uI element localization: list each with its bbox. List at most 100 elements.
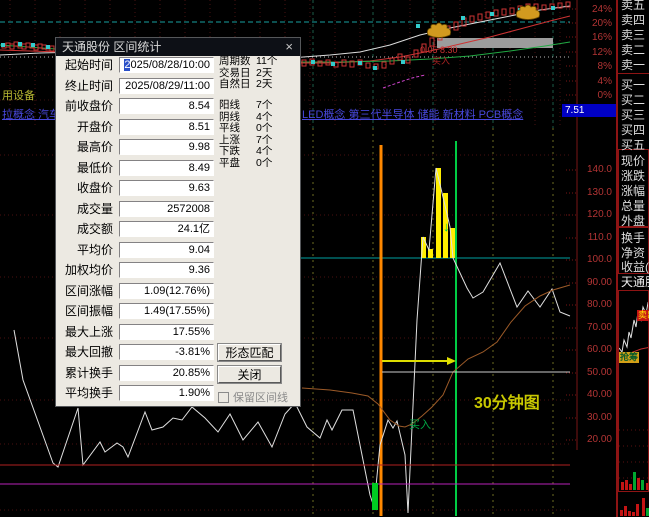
field-label: 终止时间 <box>64 78 113 93</box>
field-label: 前收盘价 <box>64 99 113 113</box>
stat-line: 自然日 2天 <box>219 78 277 91</box>
field-input[interactable]: 2025/08/28/10:00 <box>119 57 214 73</box>
stat-value: 7个 <box>256 99 273 111</box>
field-input[interactable]: 2572008 <box>119 200 214 217</box>
field-label: 收盘价 <box>76 181 113 195</box>
candles-top <box>509 7 515 15</box>
price-tick-label: 50.00 <box>586 367 612 378</box>
field-input[interactable]: 8.54 <box>119 98 214 114</box>
field-label: 加权均价 <box>64 263 113 277</box>
dialog-titlebar[interactable]: 天通股份 区间统计 × <box>56 38 300 56</box>
field-input[interactable]: 1.49(17.55%) <box>119 303 214 319</box>
bottom-vol-red <box>632 512 635 516</box>
price-tick-label: 60.00 <box>586 344 612 355</box>
stat-row: 收盘价 9.63 <box>63 180 214 196</box>
field-label: 累计换手 <box>64 365 113 380</box>
candle-stats: 阳线 7个 阴线 4个 平线 0个 上涨 7个 下跌 4个 平盘 0个 <box>219 99 273 169</box>
field-label: 成交量 <box>76 201 113 216</box>
stat-value: 11个 <box>256 55 278 67</box>
percent-tick-label: 20% <box>591 18 612 29</box>
stat-name: 周期数 <box>219 55 251 67</box>
keep-interval-lines-checkbox[interactable]: 保留区间线 <box>218 389 288 404</box>
field-label: 平均价 <box>76 242 113 257</box>
selected-char: 2 <box>124 59 131 71</box>
candles-top <box>469 15 475 23</box>
field-label: 区间涨幅 <box>64 283 113 298</box>
stat-row: 平均价 9.04 <box>63 241 214 258</box>
field-input[interactable]: 8.49 <box>119 159 214 176</box>
quote-info-label: 收益( <box>621 260 649 274</box>
field-input[interactable]: 1.90% <box>119 385 214 401</box>
stat-row: 开盘价 8.51 <box>63 118 214 135</box>
field-input[interactable]: 9.63 <box>119 180 214 196</box>
field-input[interactable]: 9.36 <box>119 262 214 278</box>
cyan-markers <box>373 66 377 70</box>
field-input[interactable]: 20.85% <box>119 364 214 381</box>
field-label: 平均换手 <box>64 386 113 400</box>
price-tick-label: 130.0 <box>586 187 612 198</box>
ma-brown-main <box>301 284 571 428</box>
candles-top <box>501 8 507 16</box>
stat-name: 下跌 <box>219 145 240 157</box>
trading-app-screen: 30分钟图 买入 0.05 8.30 买入 ↓ 用设备 拉概念 汽车 LED概念 第三代半导体… <box>0 0 649 517</box>
field-label: 起始时间 <box>64 58 113 72</box>
period-stats: 周期数 11个 交易日 2天 自然日 2天 <box>219 55 278 91</box>
cyan-markers <box>490 12 494 16</box>
candles-top <box>493 9 499 17</box>
cyan-markers <box>31 43 35 47</box>
stats-form: 起始时间 2025/08/28/10:00 终止时间 2025/08/29/11:00… <box>63 57 214 401</box>
field-input[interactable]: 9.04 <box>119 241 214 258</box>
checkbox-box[interactable] <box>218 391 229 403</box>
field-label: 最高价 <box>76 140 113 154</box>
field-input[interactable]: 17.55% <box>119 323 214 340</box>
bottom-vol-red <box>636 504 639 516</box>
price-tick-label: 30.00 <box>586 412 612 423</box>
current-value-badge: 7.51 <box>562 104 616 117</box>
cyan-markers <box>46 45 50 49</box>
stat-value: 2天 <box>256 66 273 79</box>
candles-top <box>9 43 15 50</box>
stat-row: 最大回撤 -3.81% <box>63 344 214 360</box>
quote-buy-row[interactable]: 买五 <box>621 136 645 153</box>
cyan-markers <box>358 61 362 65</box>
percent-tick-label: 4% <box>597 76 612 87</box>
stat-row: 成交量 2572008 <box>63 200 214 217</box>
price-tick-label: 120.0 <box>586 209 612 220</box>
candles-top <box>13 41 19 47</box>
bottom-vol-red <box>642 498 645 516</box>
close-icon[interactable]: × <box>285 38 293 56</box>
quote-sell-row[interactable]: 卖一 <box>621 56 645 73</box>
bid-ask-divider <box>618 73 649 74</box>
bottom-vol-red <box>620 510 623 516</box>
stat-row: 最低价 8.49 <box>63 159 214 176</box>
stat-row: 平均换手 1.90% <box>63 385 214 401</box>
candles-top <box>341 59 347 67</box>
gold-ingot-icon <box>516 4 540 20</box>
field-label: 最低价 <box>76 160 113 175</box>
percent-tick-label: 8% <box>597 61 612 72</box>
field-input[interactable]: 1.09(12.76%) <box>119 282 214 299</box>
cyan-markers <box>551 6 555 10</box>
close-button[interactable]: 关闭 <box>217 365 282 384</box>
field-input[interactable]: 8.51 <box>119 118 214 135</box>
cyan-markers <box>401 60 405 64</box>
field-label: 成交额 <box>76 222 113 236</box>
measure-arrow-head <box>447 357 456 365</box>
field-input[interactable]: -3.81% <box>119 344 214 360</box>
pattern-match-button[interactable]: 形态匹配 <box>217 343 282 362</box>
volume-bar-green <box>372 483 378 510</box>
bottom-vol-red <box>628 511 631 516</box>
gray-bar <box>437 38 553 48</box>
price-tick-label: 20.00 <box>586 434 612 445</box>
stat-row: 最高价 9.98 <box>63 139 214 155</box>
magenta-dashed-seg <box>382 74 426 89</box>
yellow-spike-bars <box>443 193 448 258</box>
stock-tab[interactable]: 天通股 <box>621 273 649 290</box>
field-label: 最大上涨 <box>64 324 113 339</box>
gold-ingot-icon <box>427 22 451 38</box>
checkbox-label: 保留区间线 <box>233 392 288 404</box>
field-input[interactable]: 9.98 <box>119 139 214 155</box>
field-input[interactable]: 2025/08/29/11:00 <box>119 77 214 94</box>
candles-top <box>485 11 491 19</box>
field-input[interactable]: 24.1亿 <box>119 221 214 237</box>
